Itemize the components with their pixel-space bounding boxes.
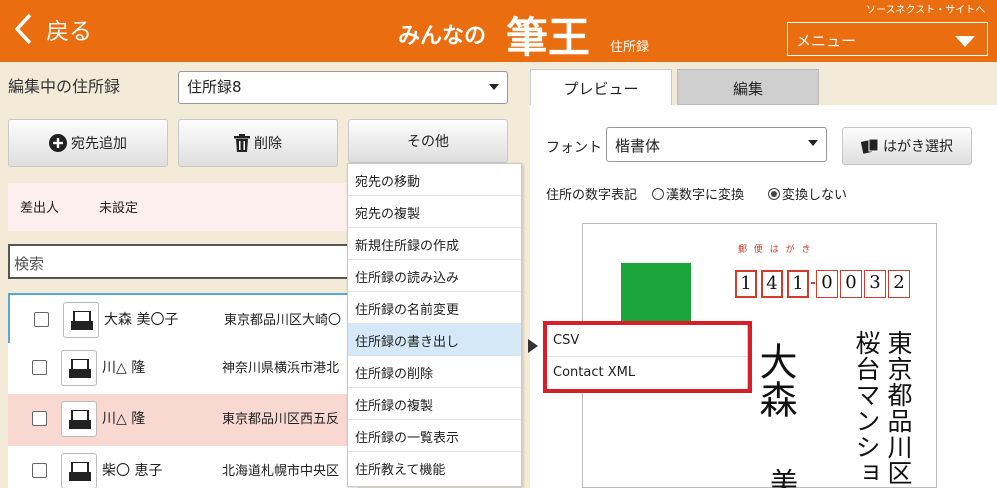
- logo-main: 筆王: [506, 13, 591, 62]
- row-checkbox[interactable]: [32, 360, 47, 375]
- menu-item-copy-addressbook[interactable]: 住所録の複製: [348, 388, 521, 420]
- list-item[interactable]: 柴〇 恵子 北海道札幌市中央区: [8, 446, 358, 488]
- postal-hyphen: [811, 282, 815, 284]
- row-name: 柴〇 恵子: [102, 463, 163, 479]
- number-format-label: 住所の数字表記: [546, 188, 638, 203]
- submenu-arrow-icon: [528, 339, 538, 353]
- postcards-icon: [861, 138, 879, 154]
- print-preview-button[interactable]: [61, 453, 97, 488]
- chevron-down-icon: [489, 84, 499, 90]
- trash-icon: [234, 134, 250, 152]
- delete-button[interactable]: 削除: [178, 119, 338, 167]
- postcard-title: 郵 便 は が き: [738, 245, 813, 255]
- radio-kanji[interactable]: 漢数字に変換: [652, 184, 744, 203]
- other-dropdown-menu: 宛先の移動 宛先の複製 新規住所録の作成 住所録の読み込み 住所録の名前変更 住…: [347, 163, 522, 487]
- radio-kanji-circle[interactable]: [652, 187, 664, 200]
- list-item[interactable]: 大森 美〇子 東京都品川区大崎〇: [8, 293, 358, 345]
- menu-item-duplicate-recipient[interactable]: 宛先の複製: [348, 196, 521, 228]
- postal-digit: 0: [840, 270, 862, 298]
- print-preview-button[interactable]: [61, 350, 97, 386]
- row-address: 北海道札幌市中央区: [222, 464, 340, 479]
- postcard-icon: [69, 359, 91, 378]
- addressbook-select[interactable]: 住所録8: [178, 71, 508, 104]
- recipient-name-next: 美: [766, 468, 799, 488]
- source-site-link[interactable]: ソースネクスト・サイトへ: [866, 1, 985, 16]
- address-line-2: 桜台マンショ: [852, 330, 881, 486]
- menu-item-move[interactable]: 宛先の移動: [348, 164, 521, 196]
- row-name: 川△ 隆: [102, 360, 146, 376]
- menu-item-export[interactable]: 住所録の書き出し: [348, 324, 521, 356]
- postal-digit: 0: [816, 270, 838, 298]
- row-address: 東京都品川区大崎〇: [224, 313, 342, 328]
- tab-edit[interactable]: 編集: [677, 69, 819, 105]
- radio-kanji-label: 漢数字に変換: [666, 188, 745, 203]
- address-line-1: 東京都品川区: [884, 330, 913, 486]
- menu-item-export-label: 住所録の書き出し: [355, 335, 460, 350]
- postal-digit: 3: [864, 270, 886, 298]
- list-item[interactable]: 川△ 隆 神奈川県横浜市港北: [8, 343, 358, 395]
- search-placeholder: 検索: [14, 255, 45, 273]
- back-chevron-icon[interactable]: [12, 12, 34, 51]
- postcard-select-label: はがき選択: [883, 139, 953, 155]
- sender-label: 差出人: [20, 201, 60, 216]
- recipient-name: 大森: [753, 342, 797, 418]
- menu-dropdown[interactable]: メニュー: [787, 22, 988, 56]
- other-button[interactable]: その他: [348, 119, 508, 163]
- font-label: フォント: [546, 140, 602, 156]
- menu-item-address-share[interactable]: 住所教えて機能: [348, 452, 521, 484]
- logo-prefix: みんなの: [398, 23, 487, 49]
- addressbook-select-value: 住所録8: [187, 78, 242, 96]
- menu-item-new-addressbook[interactable]: 新規住所録の作成: [348, 228, 521, 260]
- list-item[interactable]: 川△ 隆 東京都品川区西五反: [8, 394, 358, 446]
- row-address: 神奈川県横浜市港北: [222, 361, 340, 376]
- editing-addressbook-label: 編集中の住所録: [8, 77, 121, 96]
- print-preview-button[interactable]: [61, 401, 97, 437]
- menu-item-import[interactable]: 住所録の読み込み: [348, 260, 521, 292]
- logo-suffix: 住所録: [610, 40, 650, 55]
- tab-preview[interactable]: プレビュー: [530, 69, 672, 107]
- chevron-down-icon: [808, 140, 818, 146]
- app-logo: みんなの 筆王 住所録: [398, 4, 658, 62]
- menu-item-delete-addressbook[interactable]: 住所録の削除: [348, 356, 521, 388]
- row-name: 大森 美〇子: [104, 312, 179, 328]
- postcard-icon: [71, 311, 93, 330]
- back-button[interactable]: 戻る: [46, 12, 92, 46]
- menu-item-rename[interactable]: 住所録の名前変更: [348, 292, 521, 324]
- radio-none-label: 変換しない: [782, 188, 848, 203]
- menu-triangle-icon: [955, 36, 975, 47]
- row-checkbox[interactable]: [34, 312, 49, 327]
- radio-none-circle[interactable]: [768, 187, 780, 200]
- font-select[interactable]: 楷書体: [606, 127, 827, 162]
- row-name: 川△ 隆: [102, 411, 146, 427]
- add-recipient-button[interactable]: 宛先追加: [8, 119, 168, 167]
- menu-item-list-view[interactable]: 住所録の一覧表示: [348, 420, 521, 452]
- postal-digit: 2: [888, 270, 910, 298]
- search-input[interactable]: 検索: [8, 244, 358, 279]
- postcard-icon: [69, 462, 91, 481]
- sender-value: 未設定: [99, 201, 139, 216]
- postal-digit: 1: [787, 270, 809, 298]
- postcard-select-button[interactable]: はがき選択: [842, 127, 972, 165]
- print-preview-button[interactable]: [63, 302, 99, 338]
- radio-none[interactable]: 変換しない: [768, 184, 847, 203]
- other-label: その他: [407, 134, 449, 150]
- postal-digit: 1: [735, 270, 757, 298]
- highlight-box: [543, 321, 752, 393]
- postal-digit: 4: [761, 270, 783, 298]
- delete-label: 削除: [254, 136, 282, 152]
- row-checkbox[interactable]: [32, 411, 47, 426]
- plus-circle-icon: [49, 134, 67, 152]
- postcard-icon: [69, 410, 91, 429]
- tab-edit-label: 編集: [732, 80, 763, 98]
- menu-label: メニュー: [796, 32, 857, 50]
- tab-preview-label: プレビュー: [563, 80, 639, 98]
- font-select-value: 楷書体: [615, 137, 661, 155]
- add-recipient-label: 宛先追加: [71, 136, 127, 152]
- row-address: 東京都品川区西五反: [222, 412, 340, 427]
- row-checkbox[interactable]: [32, 463, 47, 478]
